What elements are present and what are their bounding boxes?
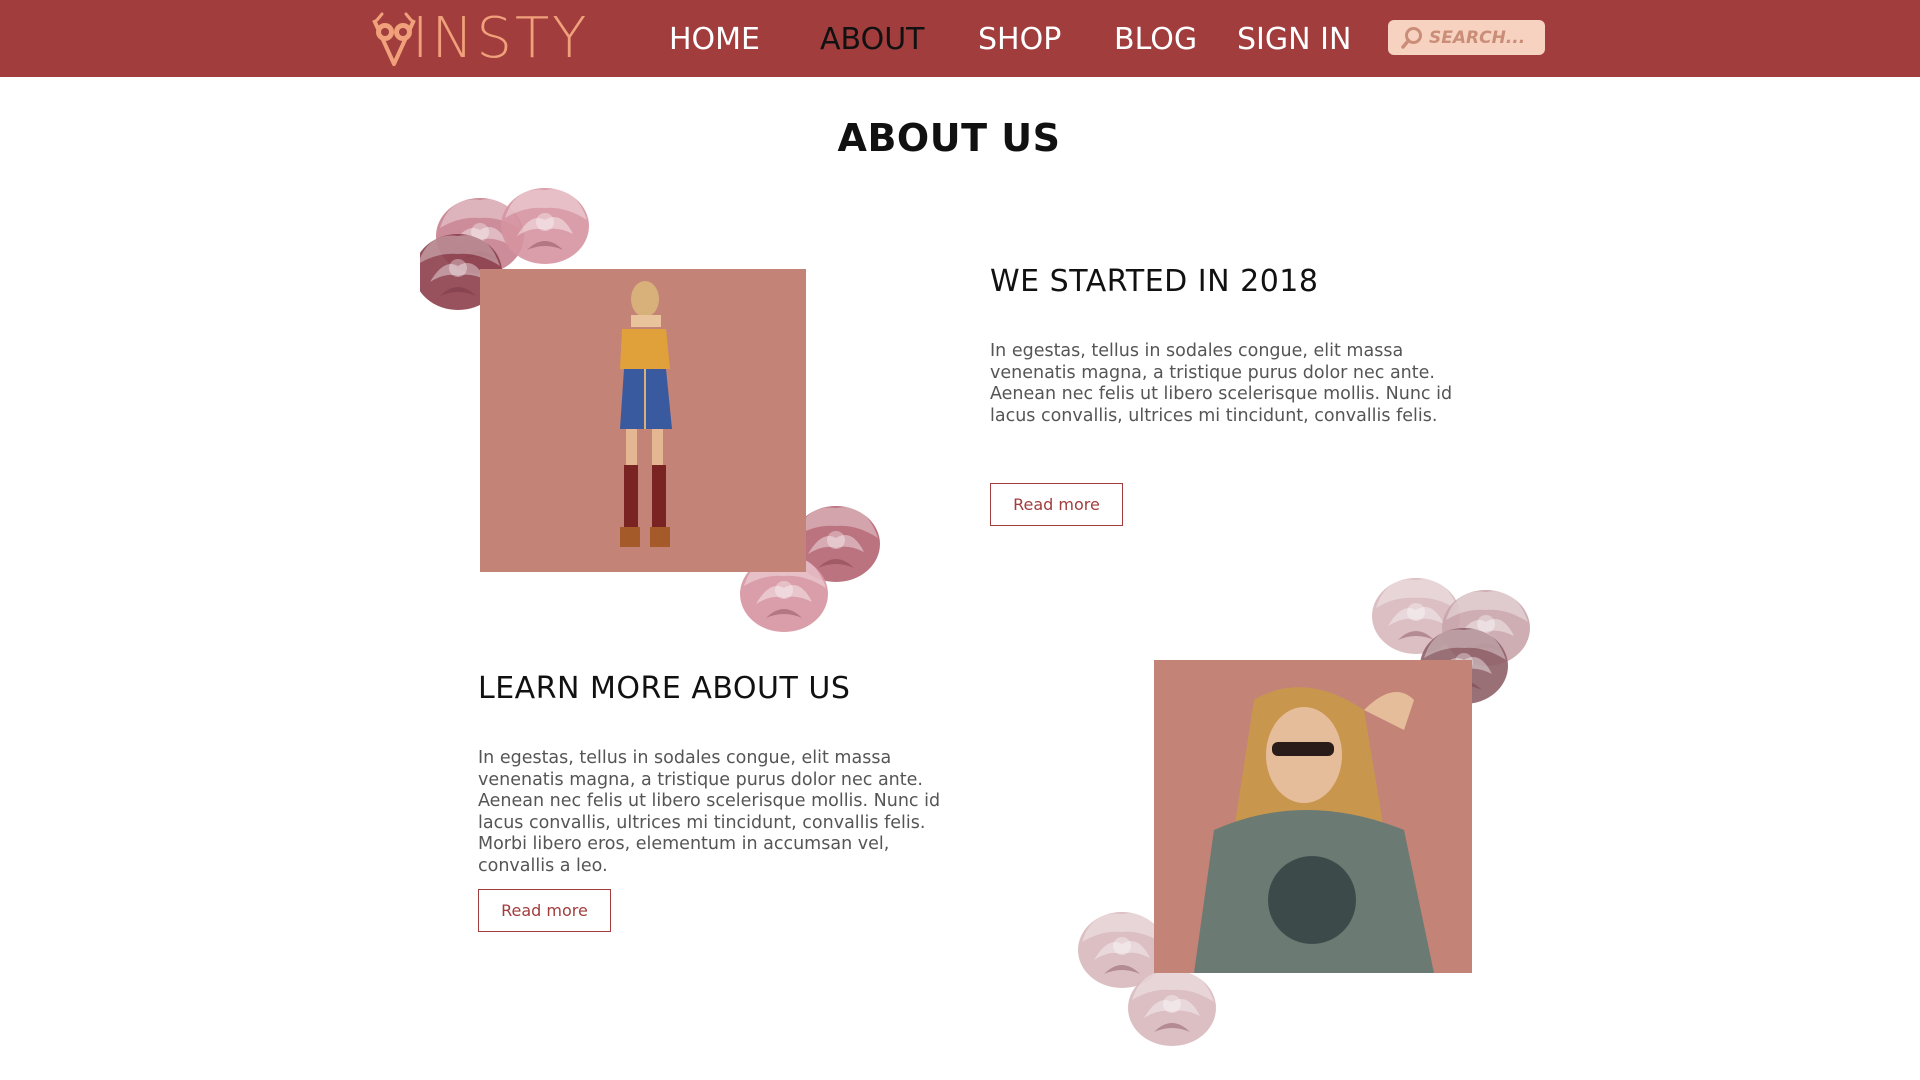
- nav-about[interactable]: ABOUT: [820, 20, 924, 60]
- section-1-heading: WE STARTED IN 2018: [990, 264, 1319, 299]
- page-title: ABOUT US: [837, 116, 1061, 160]
- section-1-body: In egestas, tellus in sodales congue, el…: [990, 341, 1453, 426]
- nav-sign-in[interactable]: SIGN IN: [1237, 20, 1351, 60]
- search-icon[interactable]: [1400, 26, 1424, 50]
- nav-blog[interactable]: BLOG: [1114, 20, 1197, 60]
- read-more-button-2[interactable]: Read more: [478, 889, 611, 932]
- read-more-button-1[interactable]: Read more: [990, 483, 1123, 526]
- search-box[interactable]: [1388, 20, 1545, 55]
- woman-standing-illustration: [480, 269, 806, 572]
- logo-mark-icon: [372, 12, 416, 66]
- woman-tshirt-illustration: [1154, 660, 1472, 973]
- section-2-heading: LEARN MORE ABOUT US: [478, 671, 851, 706]
- logo-wordmark: INSTY: [412, 6, 590, 71]
- model-photo-tshirt: [1154, 660, 1472, 973]
- nav-shop[interactable]: SHOP: [978, 20, 1061, 60]
- nav-home[interactable]: HOME: [669, 20, 760, 60]
- section-2-body: In egestas, tellus in sodales congue, el…: [478, 748, 941, 876]
- search-input[interactable]: [1429, 27, 1539, 48]
- top-navbar: INSTY HOME ABOUT SHOP BLOG SIGN IN: [0, 0, 1920, 77]
- model-photo-standing: [480, 269, 806, 572]
- vinsty-logo[interactable]: INSTY: [372, 10, 589, 68]
